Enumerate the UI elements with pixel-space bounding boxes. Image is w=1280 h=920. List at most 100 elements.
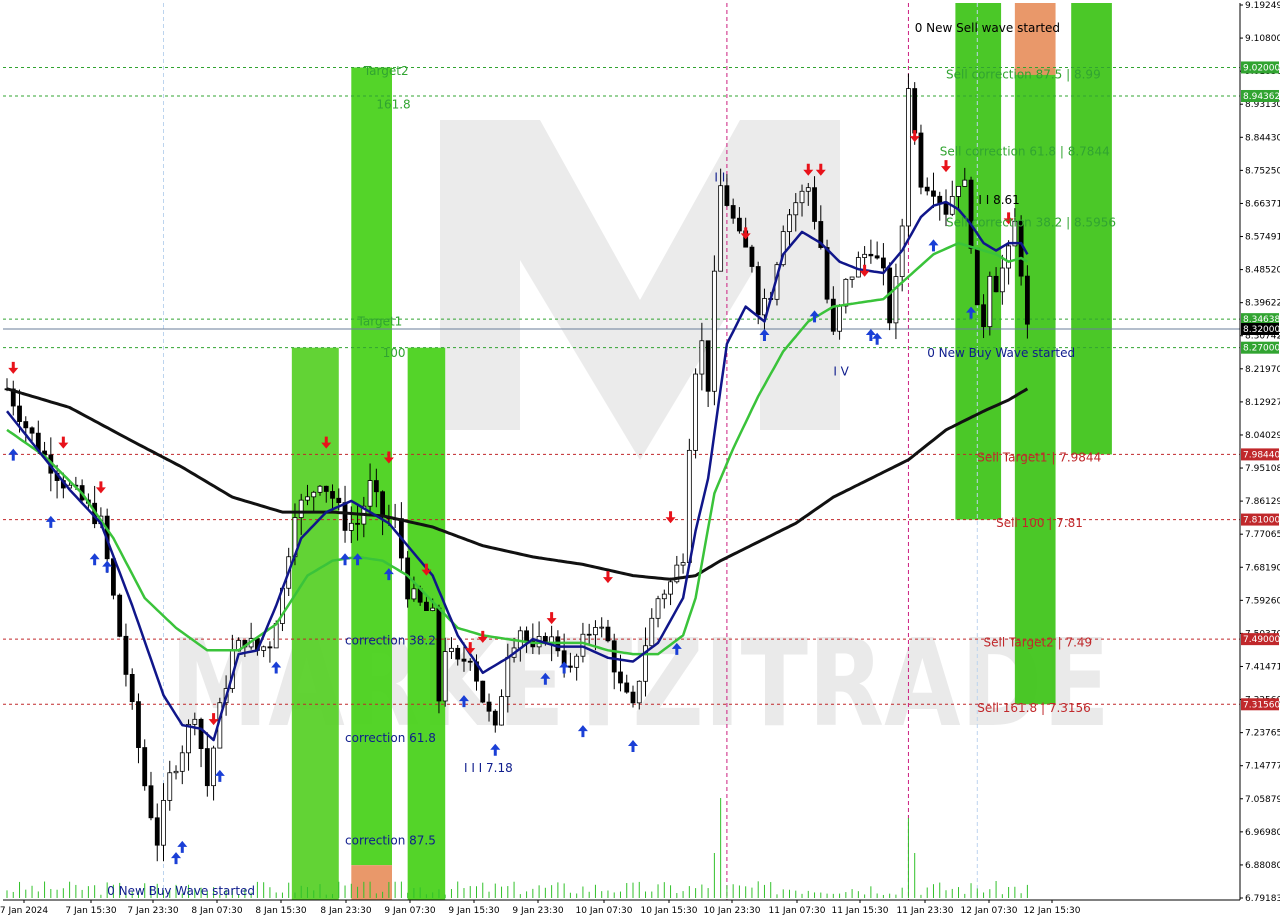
candle-body [881,257,886,269]
price-tick-label: 8.39622 [1245,299,1280,309]
price-tick-label: 7.86129 [1245,497,1280,507]
candle-body [755,266,761,316]
candle-body [173,770,179,774]
candle-body [517,630,523,649]
candle-body [812,187,817,222]
price-tick-label: 7.41471 [1245,662,1280,672]
time-tick-label: 7 Jan 15:30 [65,906,117,916]
candle-body [849,276,855,280]
chart-annotation: 0 New Buy Wave started [107,884,255,898]
candle-body [730,205,736,219]
chart-annotation: I I [714,170,725,184]
candle-body [123,635,129,675]
candle-body [129,673,135,703]
candle-body [874,255,880,259]
chart-annotation: I V [833,365,849,379]
candle-body [142,747,148,787]
chart-annotation: 100 [383,346,406,360]
price-axis[interactable]: 9.192499.108009.018308.931308.844308.752… [1239,1,1280,904]
candle-body [442,651,448,702]
candle-body [380,491,386,518]
candle-body [943,202,949,215]
candle-body [461,658,467,662]
candle-body [317,485,323,493]
candle-body [267,646,273,649]
candle-body [661,593,667,600]
chart-annotation: Sell 161.8 | 7.3156 [977,701,1091,715]
candle-body [568,665,573,668]
chart-annotation: correction 87.5 [345,834,436,848]
price-tick-label: 8.66371 [1245,199,1280,209]
price-tick-label: 7.68190 [1245,563,1280,573]
candle-body [668,581,673,595]
time-tick-label: 9 Jan 23:30 [512,906,564,916]
candle-body [793,202,799,216]
candle-body [605,626,611,642]
candle-body [449,647,454,652]
candle-body [273,623,279,649]
chart-annotation: Target2 [363,64,409,78]
candle-body [599,626,605,629]
chart-annotation: I I I 8.61 [971,193,1020,207]
candle-body [167,772,173,801]
candle-body [805,187,811,192]
chart-annotation: Sell Target1 | 7.9844 [977,451,1101,465]
candle-body [636,680,642,704]
candle-body [924,186,930,192]
target-zone [351,67,392,866]
target-zone [1014,3,1056,75]
price-marker-label: 7.98440 [1243,450,1280,460]
candle-body [737,217,742,232]
time-tick-label: 7 Jan 2024 [0,906,48,916]
candle-body [724,185,730,206]
candle-body [586,633,592,636]
candle-body [843,278,849,307]
price-tick-label: 8.75250 [1245,166,1280,176]
price-marker-label: 8.27000 [1243,344,1280,354]
candle-body [505,656,511,698]
price-chart[interactable]: MARKETZITRADE 0 New Sell wave startedSel… [0,0,1280,920]
time-tick-label: 9 Jan 15:30 [448,906,500,916]
candle-body [974,247,980,306]
candle-body [424,601,429,611]
price-tick-label: 9.19249 [1245,1,1280,11]
candle-body [298,499,304,518]
candle-body [436,607,442,702]
candle-body [1006,245,1011,269]
candle-body [918,132,924,188]
chart-annotation: I I I 7.18 [464,761,513,775]
time-tick-label: 12 Jan 15:30 [1024,906,1081,916]
candle-body [342,502,348,531]
candle-body [455,647,461,660]
candle-body [705,340,711,392]
price-tick-label: 7.59260 [1245,596,1280,606]
candle-body [987,275,993,328]
candle-body [962,179,968,187]
time-tick-label: 10 Jan 07:30 [576,906,633,916]
candle-body [305,496,310,501]
candle-body [893,276,899,324]
candle-body [467,660,473,663]
chart-annotation: Sell 100 | 7.81 [996,516,1083,530]
time-tick-label: 8 Jan 15:30 [255,906,307,916]
candle-body [23,421,29,429]
price-tick-label: 7.05879 [1245,795,1280,805]
price-tick-label: 8.04029 [1245,431,1280,441]
candle-body [330,491,335,499]
candle-body [830,298,836,332]
price-marker-label: 8.94362 [1243,92,1280,102]
candle-body [348,522,354,531]
chart-annotation: Sell Target2 | 7.49 [984,636,1093,650]
time-tick-label: 8 Jan 23:30 [320,906,372,916]
time-tick-label: 11 Jan 07:30 [769,906,826,916]
candle-body [999,267,1005,293]
time-tick-label: 11 Jan 23:30 [897,906,954,916]
candle-body [355,522,360,525]
price-tick-label: 6.96980 [1245,828,1280,838]
candle-body [499,696,504,726]
candle-body [154,817,160,846]
candle-body [179,752,185,772]
price-tick-label: 8.57491 [1245,233,1280,243]
candle-body [699,340,705,375]
price-tick-label: 6.79183 [1245,894,1280,904]
